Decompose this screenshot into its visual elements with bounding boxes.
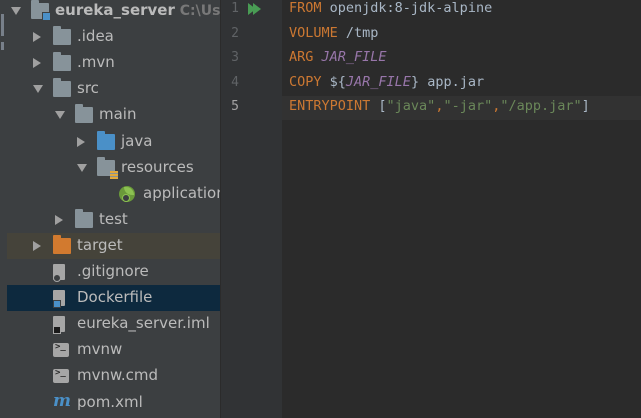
tree-item-eureka-server[interactable]: eureka_server C:\User	[7, 0, 220, 24]
excluded-folder-icon	[53, 234, 71, 254]
line-number: 4	[231, 74, 239, 90]
tree-item-dockerfile[interactable]: Dockerfile	[7, 285, 220, 312]
folder-icon	[53, 78, 71, 98]
dockerfile-icon	[53, 290, 65, 309]
tree-item-target[interactable]: target	[7, 232, 220, 259]
keyword-token: ENTRYPOINT	[289, 98, 371, 114]
structure-tab-marker[interactable]	[1, 42, 4, 50]
chevron-right-icon[interactable]	[33, 32, 41, 43]
tree-item-label: mvnw	[77, 340, 123, 359]
maven-icon: m	[53, 390, 71, 411]
folder-icon	[75, 104, 93, 124]
code-editor[interactable]: FROM openjdk:8-jdk-alpine VOLUME /tmp ARG …	[282, 0, 641, 418]
tree-item-idea[interactable]: .idea	[7, 24, 220, 50]
tree-item-label: src	[77, 79, 99, 98]
line-number: 2	[231, 25, 239, 41]
tree-item-label: .gitignore	[77, 262, 149, 280]
string-token: "java"	[386, 98, 436, 114]
variable-token: JAR_FILE	[345, 73, 411, 90]
gitignore-file-icon	[53, 264, 65, 282]
code-line[interactable]: COPY ${JAR_FILE} app.jar	[282, 72, 641, 96]
chevron-down-icon[interactable]	[55, 111, 65, 120]
folder-icon	[53, 52, 71, 72]
text-token: ${	[321, 73, 346, 90]
tree-item-label: main	[99, 105, 137, 124]
source-folder-icon	[97, 130, 115, 150]
terminal-script-icon	[53, 368, 69, 384]
tree-item-label: target	[77, 235, 123, 254]
chevron-down-icon[interactable]	[11, 7, 21, 15]
code-text: ENTRYPOINT ["java","-jar","/app.jar"]	[289, 98, 590, 114]
keyword-token: COPY	[289, 73, 322, 90]
chevron-down-icon[interactable]	[77, 163, 87, 172]
code-line[interactable]: ARG JAR_FILE	[282, 47, 641, 71]
tree-item-label: eureka_server.iml	[77, 314, 210, 333]
tree-item-java[interactable]: java	[7, 129, 220, 155]
tree-item-label: mvnw.cmd	[77, 366, 159, 385]
line-number: 3	[231, 50, 239, 65]
iml-file-icon	[53, 316, 65, 335]
tree-item-label: .mvn	[77, 53, 115, 72]
code-line[interactable]: FROM openjdk:8-jdk-alpine	[282, 0, 641, 22]
tree-item-pom-xml[interactable]: m pom.xml	[7, 390, 220, 416]
chevron-right-icon[interactable]	[33, 58, 41, 69]
chevron-right-icon[interactable]	[55, 214, 63, 225]
chevron-right-icon[interactable]	[77, 136, 85, 147]
tree-item-mvnw[interactable]: mvnw	[7, 337, 220, 363]
project-tab-marker[interactable]	[1, 14, 4, 36]
code-line[interactable]: VOLUME /tmp	[282, 23, 641, 47]
code-text: VOLUME /tmp	[289, 25, 378, 41]
line-number: 1	[231, 1, 239, 16]
tree-item-label: Dockerfile	[77, 288, 153, 307]
variable-token: JAR_FILE	[321, 49, 387, 65]
project-tree: eureka_server C:\User .idea .mvn srcmain jav…	[7, 0, 220, 418]
folder-icon	[75, 208, 93, 228]
keyword-token: FROM	[289, 0, 322, 16]
line-number: 5	[231, 99, 239, 114]
tree-item-main[interactable]: main	[7, 102, 220, 128]
tree-item-label: pom.xml	[77, 392, 143, 411]
resources-folder-icon	[97, 156, 118, 179]
tree-item-src[interactable]: src	[7, 76, 220, 102]
tree-item-path-hint: C:\User	[179, 3, 220, 19]
keyword-token: ARG	[289, 49, 314, 65]
text-token: [	[370, 98, 387, 114]
tree-item-test[interactable]: test	[7, 207, 220, 233]
chevron-right-icon[interactable]	[33, 240, 41, 251]
text-token: } app.jar	[410, 73, 485, 90]
tree-item-resources[interactable]: resources	[7, 155, 220, 181]
tree-item-application[interactable]: application	[7, 181, 220, 207]
tree-item-label: resources	[121, 157, 194, 176]
tree-item-label: java	[121, 131, 153, 150]
code-text: FROM openjdk:8-jdk-alpine	[289, 0, 492, 16]
text-token: /tmp	[337, 24, 379, 41]
tree-item-label: application	[143, 183, 220, 202]
run-icon[interactable]	[248, 2, 262, 16]
code-text: ARG JAR_FILE	[289, 49, 387, 65]
keyword-token: VOLUME	[289, 24, 338, 41]
tree-item-label: test	[99, 209, 128, 228]
terminal-script-icon	[53, 342, 69, 358]
spring-config-icon	[119, 185, 135, 202]
string-token: "-jar"	[443, 98, 493, 114]
tree-item-mvnw-cmd[interactable]: mvnw.cmd	[7, 363, 220, 389]
module-folder-icon	[31, 0, 51, 21]
text-token: openjdk:8-jdk-alpine	[321, 0, 493, 16]
editor-gutter: 1 2 3 4 5	[220, 0, 282, 418]
tree-item-label: .idea	[77, 27, 114, 46]
folder-icon	[53, 26, 71, 46]
tree-item-mvn[interactable]: .mvn	[7, 50, 220, 76]
chevron-down-icon[interactable]	[33, 85, 43, 94]
string-token: "/app.jar"	[500, 98, 582, 114]
code-line[interactable]: ENTRYPOINT ["java","-jar","/app.jar"]	[282, 96, 641, 120]
text-token: ]	[581, 98, 590, 114]
code-text: COPY ${JAR_FILE} app.jar	[289, 74, 484, 90]
tree-item-label: eureka_server C:\User	[55, 1, 220, 19]
tree-item-eureka-server-iml[interactable]: eureka_server.iml	[7, 311, 220, 337]
tree-item-gitignore[interactable]: .gitignore	[7, 259, 220, 285]
